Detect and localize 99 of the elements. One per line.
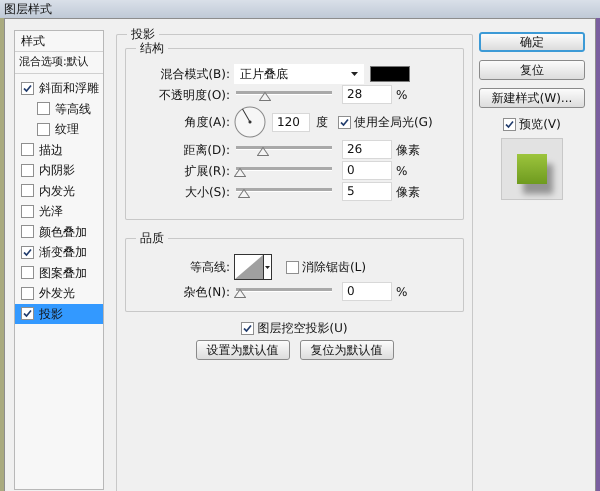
color-swatch[interactable] <box>370 66 410 82</box>
unit-label: % <box>396 162 408 180</box>
group-title: 品质 <box>136 230 168 246</box>
checkbox[interactable] <box>21 225 34 238</box>
caret-icon <box>265 266 270 268</box>
style-list-item[interactable]: 图案叠加 <box>15 262 103 283</box>
item-label: 外发光 <box>39 285 75 302</box>
checkbox[interactable] <box>21 184 34 198</box>
item-label: 斜面和浮雕 <box>39 80 99 98</box>
unit-label: % <box>396 86 408 104</box>
field-label: 等高线: <box>188 259 231 276</box>
blend-mode-dropdown[interactable]: 正片叠底 <box>234 64 364 84</box>
unit-label: 像素 <box>396 184 420 200</box>
input-field[interactable]: 28 <box>342 85 392 104</box>
field-label: 扩展(R): <box>183 162 231 180</box>
checkmark-icon <box>23 309 32 318</box>
unit-label: 度 <box>316 114 328 131</box>
checkbox[interactable] <box>21 143 34 156</box>
checkmark-icon <box>243 324 252 332</box>
style-list-item[interactable]: 投影 <box>15 304 103 324</box>
slider[interactable] <box>234 88 334 100</box>
checkbox-label: 图层挖空投影(U) <box>257 320 348 337</box>
list-header: 样式 <box>21 33 45 50</box>
checkbox-label: 预览(V) <box>519 116 561 133</box>
checkbox-label: 使用全局光(G) <box>354 114 433 131</box>
item-label: 纹理 <box>55 121 79 138</box>
item-label: 等高线 <box>55 100 91 118</box>
group-title: 结构 <box>136 40 168 56</box>
unit-label: % <box>396 284 408 300</box>
checkbox[interactable] <box>21 266 34 280</box>
blending-options-item[interactable]: 混合选项:默认 <box>19 54 89 71</box>
field-label: 角度(A): <box>183 114 231 131</box>
checkbox[interactable] <box>21 307 34 320</box>
preview-thumbnail <box>501 138 563 200</box>
style-list-item[interactable]: 颜色叠加 <box>15 222 103 242</box>
dialog-button[interactable]: 复位为默认值 <box>300 340 394 360</box>
input-field[interactable]: 120 <box>272 112 310 132</box>
style-list-item[interactable]: 内发光 <box>15 180 103 201</box>
checkbox-label: 消除锯齿(L) <box>302 259 366 276</box>
unit-label: 像素 <box>396 142 420 158</box>
dialog-button[interactable]: 设置为默认值 <box>196 340 290 360</box>
checkbox[interactable] <box>37 122 50 136</box>
item-label: 内阴影 <box>39 162 75 180</box>
checkmark-icon <box>23 84 32 93</box>
angle-dial-icon <box>234 106 266 138</box>
slider-thumb[interactable] <box>256 146 269 156</box>
style-list-item[interactable]: 斜面和浮雕 <box>15 78 103 98</box>
checkbox[interactable] <box>286 260 299 274</box>
slider-thumb[interactable] <box>238 188 250 198</box>
field-label: 杂色(N): <box>182 284 231 300</box>
group-title: 投影 <box>127 26 159 42</box>
style-list-item[interactable]: 内阴影 <box>15 160 103 180</box>
item-label: 投影 <box>39 306 63 323</box>
checkbox[interactable] <box>21 82 34 95</box>
style-list-item[interactable]: 等高线 <box>15 98 103 119</box>
checkbox[interactable] <box>503 118 516 130</box>
checkmark-icon <box>23 248 32 257</box>
style-list-item[interactable]: 外发光 <box>15 283 103 304</box>
item-label: 图案叠加 <box>39 264 87 282</box>
checkmark-icon <box>505 120 514 128</box>
checkbox[interactable] <box>21 164 34 177</box>
dialog-button[interactable]: 确定 <box>479 32 585 52</box>
slider[interactable] <box>234 186 334 198</box>
contour-curve-icon <box>235 255 263 279</box>
item-label: 颜色叠加 <box>39 224 87 241</box>
input-field[interactable]: 26 <box>342 140 392 159</box>
caret-icon <box>351 72 358 76</box>
contour-picker[interactable] <box>234 254 272 280</box>
style-list-item[interactable]: 描边 <box>15 140 103 160</box>
checkbox[interactable] <box>338 116 351 128</box>
window-title: 图层样式 <box>4 1 52 18</box>
item-label: 内发光 <box>39 182 75 200</box>
slider-thumb[interactable] <box>234 288 246 298</box>
checkbox[interactable] <box>21 204 34 218</box>
slider[interactable] <box>234 144 334 156</box>
item-label: 渐变叠加 <box>39 244 87 262</box>
item-label: 光泽 <box>39 203 63 220</box>
style-list-item[interactable]: 渐变叠加 <box>15 242 103 262</box>
item-label: 描边 <box>39 142 63 159</box>
checkbox[interactable] <box>21 286 34 300</box>
field-label: 大小(S): <box>184 184 231 200</box>
style-list-item[interactable]: 纹理 <box>15 119 103 140</box>
checkbox[interactable] <box>241 322 254 334</box>
style-list-item[interactable]: 光泽 <box>15 201 103 222</box>
dialog-button[interactable]: 新建样式(W)... <box>479 88 585 108</box>
slider-thumb[interactable] <box>234 168 246 176</box>
input-field[interactable]: 0 <box>342 161 392 180</box>
checkbox[interactable] <box>21 246 34 259</box>
input-field[interactable]: 0 <box>342 282 392 301</box>
input-field[interactable]: 5 <box>342 182 392 201</box>
slider[interactable] <box>234 164 334 176</box>
checkmark-icon <box>340 118 349 126</box>
field-label: 不透明度(O): <box>158 86 231 104</box>
checkbox[interactable] <box>37 102 50 116</box>
slider-thumb[interactable] <box>258 92 271 100</box>
slider[interactable] <box>234 286 334 298</box>
field-label: 混合模式(B): <box>159 66 231 82</box>
field-label: 距离(D): <box>182 142 231 158</box>
dialog-button[interactable]: 复位 <box>479 60 585 80</box>
